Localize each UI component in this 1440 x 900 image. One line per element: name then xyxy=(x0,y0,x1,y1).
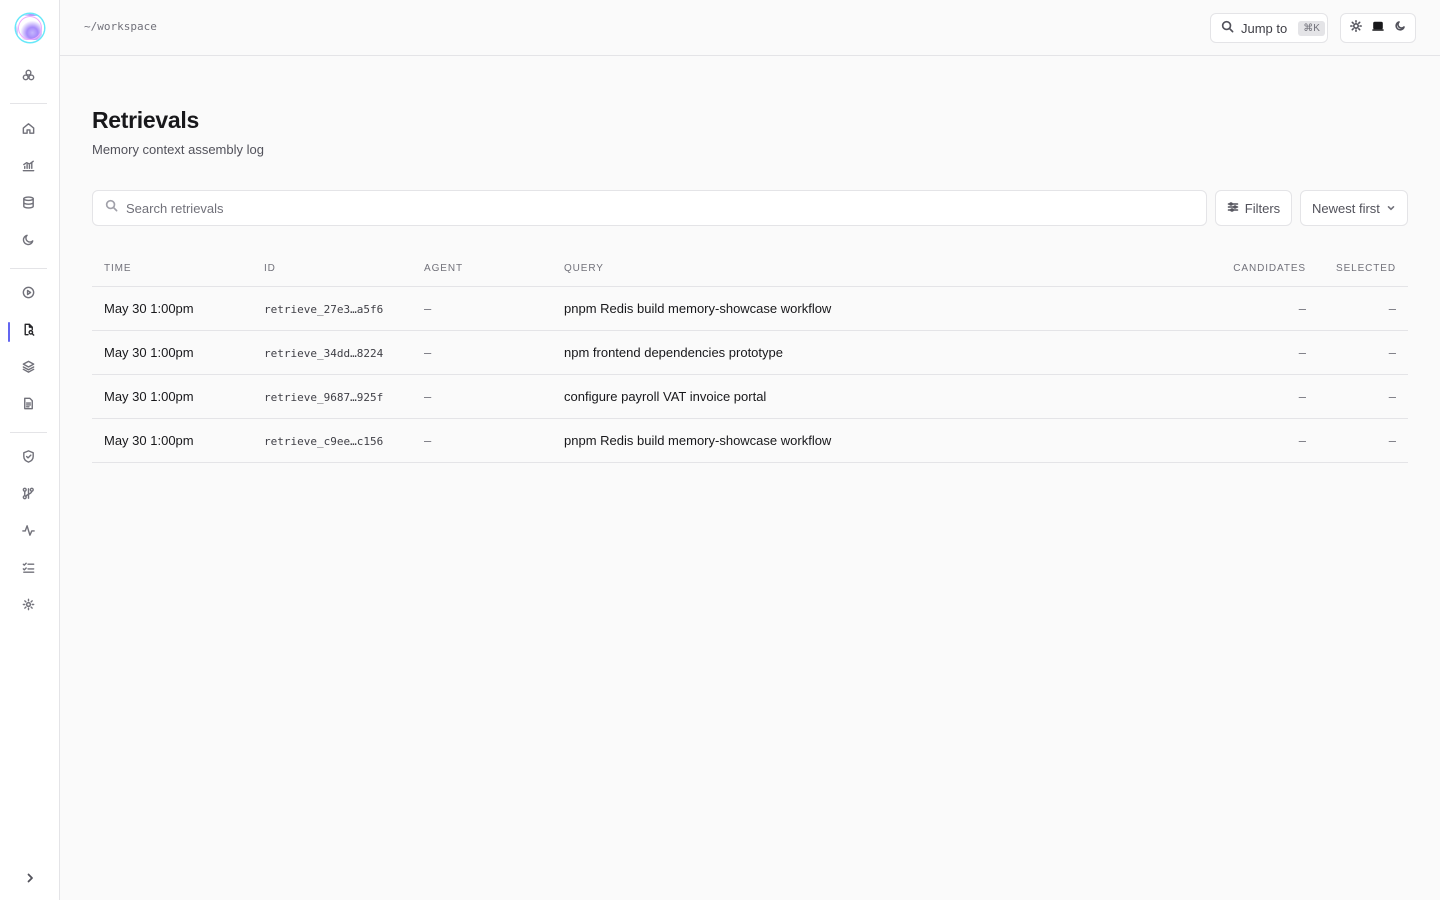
cell-time: May 30 1:00pm xyxy=(104,301,194,316)
search-icon xyxy=(105,199,118,217)
sidebar-item-layers[interactable] xyxy=(14,355,42,383)
cell-id: retrieve_c9ee…c156 xyxy=(264,435,384,448)
jump-to-label: Jump to xyxy=(1241,20,1288,36)
system-theme-button[interactable] xyxy=(1368,18,1388,38)
cell-query: configure payroll VAT invoice portal xyxy=(564,389,767,404)
cell-time: May 30 1:00pm xyxy=(104,389,194,404)
cell-candidates: – xyxy=(1298,389,1306,404)
column-header-time[interactable]: TIME xyxy=(104,263,132,274)
cell-time: May 30 1:00pm xyxy=(104,433,194,448)
jump-to-button[interactable]: Jump to ⌘K xyxy=(1210,13,1328,43)
sidebar-item-retrievals[interactable] xyxy=(14,318,42,346)
cell-selected: – xyxy=(1388,345,1396,360)
page-title: Retrievals xyxy=(92,107,199,133)
list-check-icon xyxy=(21,560,36,580)
sidebar-item-memory[interactable] xyxy=(14,64,42,92)
cell-query: pnpm Redis build memory-showcase workflo… xyxy=(564,433,832,448)
cell-selected: – xyxy=(1388,433,1396,448)
sidebar-item-branches[interactable] xyxy=(14,482,42,510)
search-icon xyxy=(1221,20,1234,36)
shortcut-badge: ⌘K xyxy=(1298,20,1325,36)
sidebar-item-sleep[interactable] xyxy=(14,228,42,256)
topbar: ~/workspace Jump to ⌘K xyxy=(60,0,1440,56)
shield-icon xyxy=(21,449,36,469)
expand-sidebar-button[interactable] xyxy=(20,870,40,890)
cell-candidates: – xyxy=(1298,301,1306,316)
sidebar-divider xyxy=(10,432,47,433)
cell-query: npm frontend dependencies prototype xyxy=(564,345,783,360)
cell-selected: – xyxy=(1388,389,1396,404)
sidebar-item-settings[interactable] xyxy=(14,593,42,621)
column-header-id[interactable]: ID xyxy=(264,263,276,274)
sidebar-item-activity[interactable] xyxy=(14,519,42,547)
cell-time: May 30 1:00pm xyxy=(104,345,194,360)
app-logo[interactable] xyxy=(16,14,44,42)
sidebar-item-home[interactable] xyxy=(14,117,42,145)
sun-icon xyxy=(1350,19,1362,37)
document-icon xyxy=(21,396,36,416)
chevron-down-icon xyxy=(1386,201,1396,216)
activity-icon xyxy=(21,523,36,543)
column-header-selected[interactable]: SELECTED xyxy=(1336,263,1396,274)
sidebar-item-analytics[interactable] xyxy=(14,154,42,182)
page-subtitle: Memory context assembly log xyxy=(92,142,264,157)
retrievals-table: TIME ID AGENT QUERY CANDIDATES SELECTED … xyxy=(92,250,1408,463)
settings-icon xyxy=(21,597,36,617)
sidebar-item-security[interactable] xyxy=(14,445,42,473)
cell-query: pnpm Redis build memory-showcase workflo… xyxy=(564,301,832,316)
play-icon xyxy=(21,285,36,305)
cell-agent: – xyxy=(424,389,432,404)
active-indicator xyxy=(8,322,10,342)
table-row[interactable]: May 30 1:00pm retrieve_c9ee…c156 – pnpm … xyxy=(92,419,1408,463)
sort-select[interactable]: Newest first xyxy=(1300,190,1408,226)
table-row[interactable]: May 30 1:00pm retrieve_34dd…8224 – npm f… xyxy=(92,331,1408,375)
dark-theme-button[interactable] xyxy=(1390,18,1410,38)
sliders-icon xyxy=(1227,201,1239,216)
cell-id: retrieve_27e3…a5f6 xyxy=(264,303,384,316)
column-header-candidates[interactable]: CANDIDATES xyxy=(1233,263,1306,274)
cell-id: retrieve_9687…925f xyxy=(264,391,384,404)
file-search-icon xyxy=(21,322,36,342)
cell-agent: – xyxy=(424,433,432,448)
git-icon xyxy=(21,486,36,506)
sort-label: Newest first xyxy=(1312,200,1380,216)
cell-candidates: – xyxy=(1298,345,1306,360)
cell-agent: – xyxy=(424,301,432,316)
home-icon xyxy=(21,121,36,141)
laptop-icon xyxy=(1372,19,1384,37)
sidebar-item-runs[interactable] xyxy=(14,281,42,309)
breadcrumb[interactable]: ~/workspace xyxy=(84,20,157,33)
brain-icon xyxy=(21,68,36,88)
column-header-agent[interactable]: AGENT xyxy=(424,263,463,274)
column-header-query[interactable]: QUERY xyxy=(564,263,604,274)
search-box xyxy=(92,190,1207,226)
sidebar-item-database[interactable] xyxy=(14,191,42,219)
moon-icon xyxy=(21,232,36,252)
light-theme-button[interactable] xyxy=(1346,18,1366,38)
chart-icon xyxy=(21,158,36,178)
table-header: TIME ID AGENT QUERY CANDIDATES SELECTED xyxy=(92,250,1408,287)
cell-id: retrieve_34dd…8224 xyxy=(264,347,384,360)
theme-switcher xyxy=(1340,13,1416,43)
layers-icon xyxy=(21,359,36,379)
sidebar-item-tasks[interactable] xyxy=(14,556,42,584)
table-row[interactable]: May 30 1:00pm retrieve_27e3…a5f6 – pnpm … xyxy=(92,287,1408,331)
chevron-right-icon xyxy=(24,871,36,889)
table-row[interactable]: May 30 1:00pm retrieve_9687…925f – confi… xyxy=(92,375,1408,419)
cell-candidates: – xyxy=(1298,433,1306,448)
database-icon xyxy=(21,195,36,215)
filters-label: Filters xyxy=(1244,200,1281,216)
sidebar xyxy=(0,0,60,900)
moon-icon xyxy=(1394,19,1406,37)
cell-agent: – xyxy=(424,345,432,360)
sidebar-divider xyxy=(10,103,47,104)
cell-selected: – xyxy=(1388,301,1396,316)
sidebar-divider xyxy=(10,268,47,269)
sidebar-item-documents[interactable] xyxy=(14,392,42,420)
search-input[interactable] xyxy=(126,200,1176,216)
filters-button[interactable]: Filters xyxy=(1215,190,1292,226)
